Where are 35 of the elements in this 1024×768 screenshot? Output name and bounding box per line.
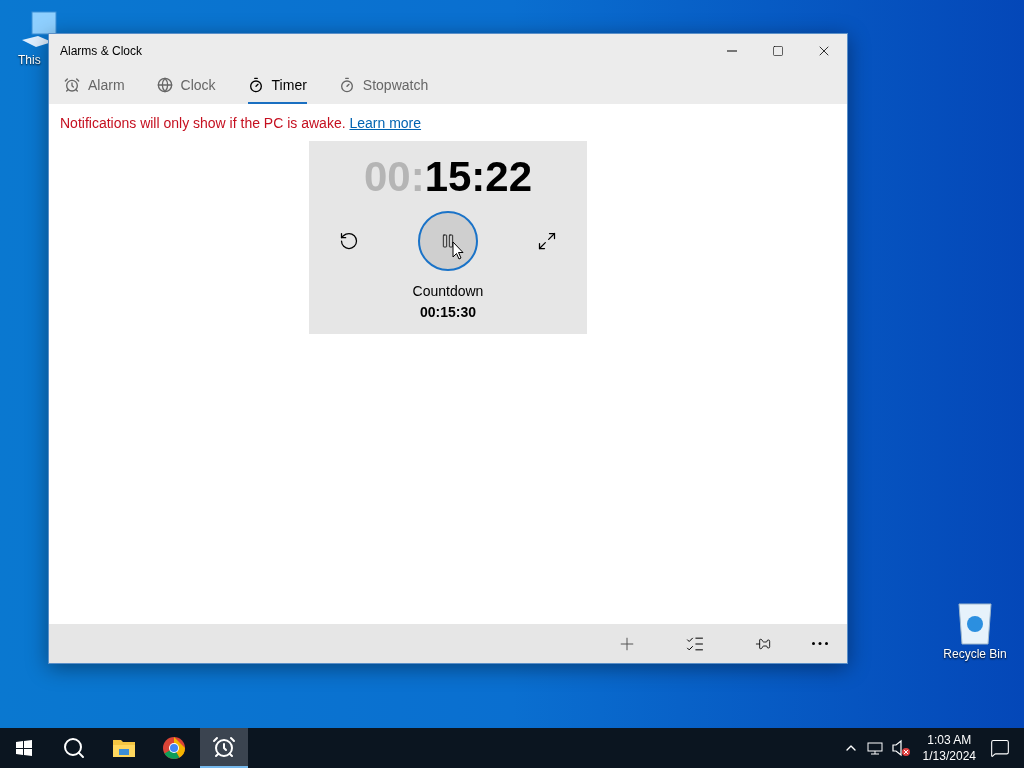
window-title: Alarms & Clock xyxy=(60,43,142,60)
pause-icon xyxy=(440,233,456,249)
notifications-icon[interactable] xyxy=(990,738,1010,758)
speaker-muted-icon[interactable] xyxy=(890,739,911,757)
desktop-icon-label: This xyxy=(18,52,41,68)
tab[interactable]: Alarm xyxy=(64,68,125,104)
pause-button[interactable] xyxy=(418,211,478,271)
maximize-icon xyxy=(772,45,784,57)
recycle-bin-icon[interactable] xyxy=(956,602,994,646)
reset-icon xyxy=(339,231,359,251)
taskbar-clock[interactable]: 1:03 AM 1/13/2024 xyxy=(922,732,976,764)
chrome-icon xyxy=(162,736,186,760)
taskbar-app[interactable] xyxy=(200,728,248,768)
alarm-clock-icon xyxy=(64,77,80,93)
mouse-pointer-icon xyxy=(452,241,464,261)
timer-label: Countdown xyxy=(412,282,484,301)
tab[interactable]: Stopwatch xyxy=(338,68,429,104)
alarm-clock-icon xyxy=(212,735,236,759)
timer-icon xyxy=(247,77,264,93)
desktop-icon-label: Recycle Bin xyxy=(943,646,1007,662)
network-icon[interactable] xyxy=(866,740,883,756)
learn-more-link[interactable]: Learn more xyxy=(349,115,422,131)
stopwatch-icon xyxy=(338,77,355,93)
expand-icon xyxy=(537,231,557,251)
tab[interactable]: Timer xyxy=(247,68,307,104)
tab[interactable]: Clock xyxy=(156,68,216,104)
minimize-icon xyxy=(727,50,737,52)
more-icon xyxy=(812,642,828,645)
timer-duration: 00:15:30 xyxy=(419,303,476,322)
windows-icon xyxy=(16,740,32,756)
timer-time: 15:22 xyxy=(424,153,533,201)
search-icon xyxy=(62,736,86,760)
globe-icon xyxy=(156,77,173,93)
folder-icon xyxy=(112,738,136,758)
notice-text: Notifications will only show if the PC is awake. xyxy=(60,115,346,131)
